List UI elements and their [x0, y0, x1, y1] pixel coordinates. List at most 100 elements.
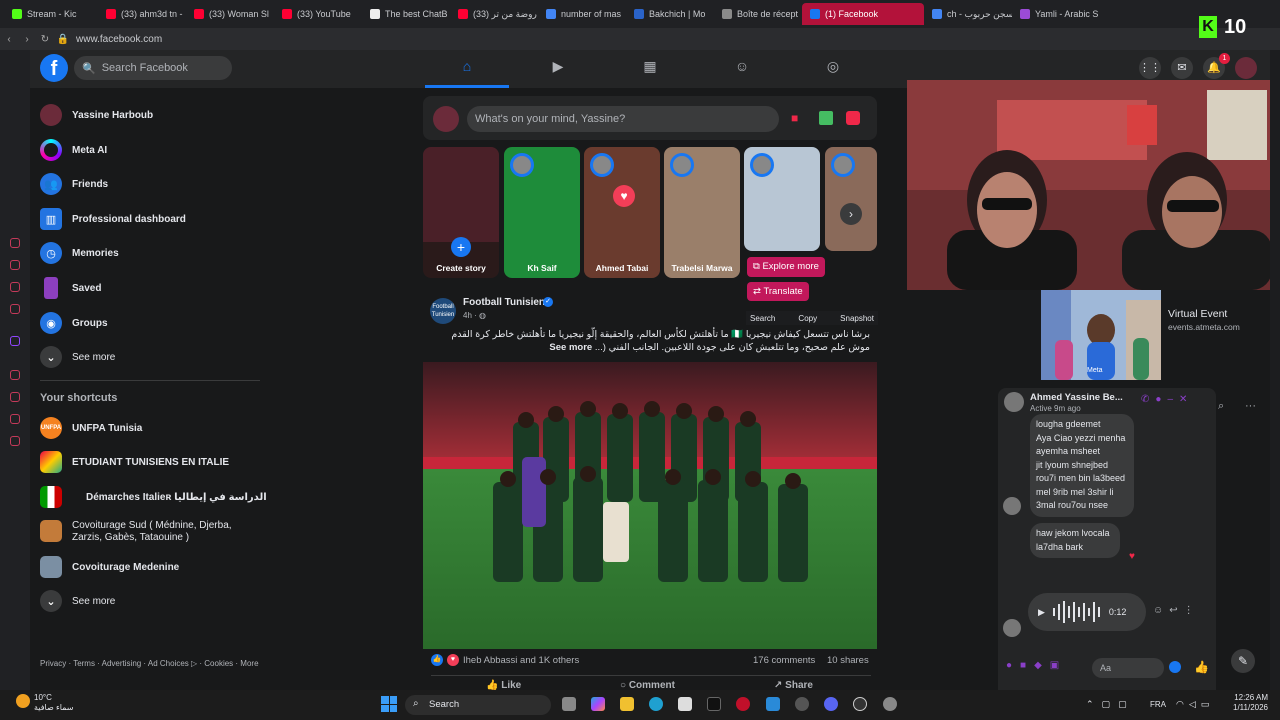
reload-icon[interactable]: ↻ — [36, 34, 54, 45]
chevron-right-icon[interactable]: › — [840, 203, 862, 225]
story-card[interactable]: Trabelsi Marwa — [664, 147, 740, 278]
wifi-icon[interactable]: ◠ — [1176, 699, 1189, 709]
sponsored-title[interactable]: Virtual Event — [1168, 308, 1227, 320]
start-icon[interactable] — [381, 696, 397, 712]
post-time[interactable]: 4h · ◍ — [463, 311, 486, 320]
gaming-icon[interactable]: ◎ — [823, 58, 843, 78]
react-icon[interactable]: ☺ — [1153, 605, 1169, 616]
avatar[interactable] — [1004, 392, 1024, 412]
rail-icon[interactable] — [10, 282, 20, 292]
minimize-icon[interactable]: – — [1167, 394, 1179, 405]
browser-tab[interactable]: (33) YouTube — [274, 3, 362, 25]
app-icon[interactable] — [795, 697, 809, 711]
media-player-icon[interactable] — [853, 697, 867, 711]
groups-icon[interactable]: ☺ — [732, 58, 752, 78]
sticker-icon[interactable]: ◆ — [1034, 660, 1050, 671]
sidebar-item-memories[interactable]: ◷ Memories — [40, 242, 119, 264]
story-card[interactable]: ♥ Ahmed Tabai — [584, 147, 660, 278]
post-author[interactable]: Football Tunisien — [463, 297, 545, 308]
new-message-icon[interactable]: ✎ — [1231, 649, 1255, 673]
image-icon[interactable]: ■ — [1020, 660, 1034, 671]
messenger-icon[interactable]: ✉ — [1171, 57, 1193, 79]
live-video-icon[interactable]: ■ — [791, 111, 807, 125]
snapshot-selection-button[interactable]: Snapshot — [840, 314, 874, 323]
app-tray-icon[interactable]: ▢ — [1118, 699, 1135, 709]
search-selection-button[interactable]: Search — [750, 314, 775, 323]
app-icon[interactable] — [766, 697, 780, 711]
app-tray-icon[interactable]: ▢ — [1102, 699, 1119, 709]
clock[interactable]: 12:26 AM 1/11/2026 — [1196, 693, 1268, 713]
gif-icon[interactable]: ▣ — [1050, 660, 1067, 671]
video-icon[interactable]: ▶ — [548, 58, 568, 78]
reel-icon[interactable] — [846, 111, 860, 125]
shortcut-item[interactable]: UNFPA UNFPA Tunisia — [40, 417, 142, 439]
browser-tab[interactable]: (33) Woman Sl — [186, 3, 274, 25]
browser-tab[interactable]: number of mas — [538, 3, 626, 25]
comments-count[interactable]: 176 comments — [753, 655, 815, 666]
rail-icon[interactable] — [10, 304, 20, 314]
rail-icon[interactable] — [10, 238, 20, 248]
notion-icon[interactable] — [707, 697, 721, 711]
video-call-icon[interactable]: ● — [1155, 394, 1167, 405]
shortcut-item[interactable]: Covoiturage Medenine — [40, 556, 179, 578]
story-create[interactable]: + Create story — [423, 147, 499, 278]
browser-tab[interactable]: Yamli - Arabic S — [1012, 3, 1100, 25]
taskbar-search[interactable]: Search — [405, 695, 551, 715]
forward-icon[interactable]: › — [18, 34, 36, 45]
browser-tab[interactable]: Boîte de récept — [714, 3, 802, 25]
story-card[interactable] — [744, 147, 820, 251]
call-icon[interactable]: ✆ — [1141, 394, 1155, 405]
chat-message-input[interactable]: Aa — [1092, 658, 1164, 678]
thumbs-up-icon[interactable]: 👍 — [1194, 660, 1209, 674]
page-avatar[interactable]: Football Tunisien — [430, 298, 456, 324]
shortcuts-see-more[interactable]: ⌄ See more — [40, 590, 115, 612]
chat-contact-name[interactable]: Ahmed Yassine Be... — [1030, 392, 1123, 403]
rail-icon[interactable] — [10, 436, 20, 446]
edge-icon[interactable] — [649, 697, 663, 711]
discord-icon[interactable] — [824, 697, 838, 711]
home-icon[interactable]: ⌂ — [457, 58, 477, 78]
emoji-icon[interactable] — [1169, 661, 1181, 673]
browser-tab[interactable]: The best ChatB — [362, 3, 450, 25]
story-card[interactable]: Kh Saif — [504, 147, 580, 278]
copilot-icon[interactable] — [591, 697, 605, 711]
marketplace-icon[interactable]: ▦ — [640, 58, 660, 78]
composer-input[interactable]: What's on your mind, Yassine? — [467, 106, 779, 132]
language-indicator[interactable]: FRA — [1150, 700, 1166, 709]
task-view-icon[interactable] — [562, 697, 576, 711]
sidebar-item-profile[interactable]: Yassine Harboub — [40, 104, 153, 126]
search-icon[interactable]: ⌕ — [1218, 400, 1224, 413]
rail-icon[interactable] — [10, 370, 20, 380]
reactions-summary[interactable]: 👍 ♥ Iheb Abbassi and 1K others — [431, 654, 579, 666]
file-explorer-icon[interactable] — [620, 697, 634, 711]
copy-selection-button[interactable]: Copy — [798, 314, 817, 323]
menu-grid-icon[interactable]: ⋮⋮ — [1139, 57, 1161, 79]
sidebar-item-meta-ai[interactable]: Meta AI — [40, 139, 107, 161]
more-icon[interactable]: ⋮ — [1184, 605, 1200, 616]
rail-icon[interactable] — [10, 260, 20, 270]
url-text[interactable]: www.facebook.com — [76, 34, 162, 45]
more-options-icon[interactable]: ··· — [1245, 400, 1256, 412]
profile-avatar[interactable] — [1235, 57, 1257, 79]
reply-icon[interactable]: ↩ — [1169, 605, 1183, 616]
browser-tab[interactable]: (33) ahm3d tn - — [98, 3, 186, 25]
shortcut-item[interactable]: ETUDIANT TUNISIENS EN ITALIE — [40, 451, 229, 473]
shares-count[interactable]: 10 shares — [827, 655, 869, 666]
browser-tab[interactable]: (33) روضة من تر — [450, 3, 538, 25]
sponsored-image[interactable]: Meta — [1041, 290, 1161, 380]
shortcut-item[interactable]: Covoiturage Sud ( Médnine, Djerba, Zarzi… — [40, 520, 252, 544]
translate-button[interactable]: ⇄ Translate — [747, 282, 809, 301]
opera-icon[interactable] — [736, 697, 750, 711]
facebook-logo[interactable]: f — [40, 54, 68, 82]
post-image[interactable] — [423, 362, 877, 649]
photo-icon[interactable] — [819, 111, 833, 125]
browser-tab[interactable]: Stream - Kic — [4, 3, 98, 25]
sidebar-see-more[interactable]: ⌄ See more — [40, 346, 115, 368]
store-icon[interactable] — [678, 697, 692, 711]
back-icon[interactable]: ‹ — [0, 34, 18, 45]
sidebar-item-friends[interactable]: 👥 Friends — [40, 173, 108, 195]
rail-icon[interactable] — [10, 414, 20, 424]
twitch-icon[interactable] — [10, 336, 20, 346]
browser-tab[interactable]: (1) Facebook — [802, 3, 924, 25]
search-input[interactable]: 🔍 Search Facebook — [74, 56, 232, 80]
